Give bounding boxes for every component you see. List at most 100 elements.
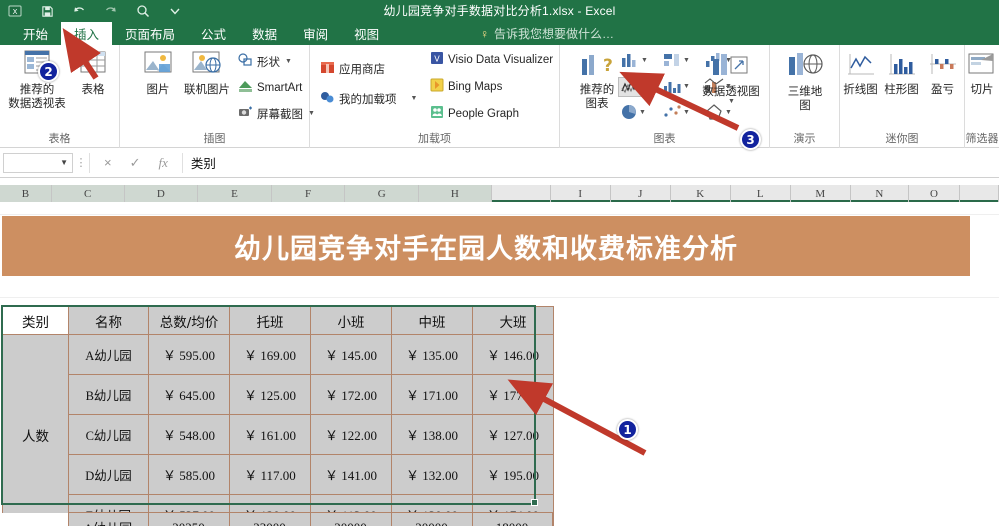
- cell-total[interactable]: ￥ 645.00: [148, 374, 230, 415]
- cell-zhongban[interactable]: ￥ 135.00: [391, 334, 473, 375]
- cell-total[interactable]: 20250: [147, 512, 230, 526]
- column-header-P[interactable]: [960, 185, 999, 202]
- line-chart-button[interactable]: ▼: [618, 77, 652, 97]
- table-row: A幼儿园 20250 23000 20000 20000 18000: [2, 512, 553, 526]
- tab-page-layout[interactable]: 页面布局: [112, 22, 188, 45]
- tab-review[interactable]: 审阅: [290, 22, 341, 45]
- chevron-down-icon[interactable]: ▼: [728, 98, 735, 105]
- smartart-button[interactable]: SmartArt: [238, 79, 302, 96]
- column-chart-button[interactable]: ▼: [620, 51, 648, 69]
- cell-xiaoban[interactable]: ￥ 172.00: [310, 374, 392, 415]
- sparkline-column-button[interactable]: 柱形图: [881, 53, 922, 96]
- bing-maps-button[interactable]: Bing Maps: [430, 78, 502, 95]
- column-header-E[interactable]: E: [198, 185, 272, 202]
- column-header-I[interactable]: I: [551, 185, 611, 202]
- column-header-L[interactable]: L: [731, 185, 791, 202]
- tab-view[interactable]: 视图: [341, 22, 392, 45]
- cell-zhongban[interactable]: 20000: [390, 512, 473, 526]
- shapes-button[interactable]: 形状 ▼: [238, 53, 292, 70]
- scatter-chart-button[interactable]: ▼: [662, 103, 690, 121]
- cancel-icon[interactable]: ×: [104, 155, 112, 170]
- sparkline-line-button[interactable]: 折线图: [840, 53, 881, 96]
- cell-name[interactable]: A幼儿园: [68, 334, 149, 375]
- cell-tuoban[interactable]: ￥ 125.00: [229, 374, 311, 415]
- people-graph-button[interactable]: People Graph: [430, 105, 519, 122]
- confirm-icon[interactable]: ✓: [130, 155, 141, 171]
- cell-name[interactable]: C幼儿园: [68, 414, 149, 455]
- column-header-M[interactable]: M: [791, 185, 851, 202]
- cell-xiaoban[interactable]: ￥ 145.00: [310, 334, 392, 375]
- cell-daban[interactable]: ￥ 177.00: [472, 374, 554, 415]
- store-button[interactable]: 应用商店: [320, 60, 385, 77]
- cell-tuoban[interactable]: ￥ 117.00: [229, 454, 311, 495]
- tab-formulas[interactable]: 公式: [188, 22, 239, 45]
- visio-data-visualizer-button[interactable]: V Visio Data Visualizer: [430, 51, 553, 68]
- cell-xiaoban[interactable]: 20000: [309, 512, 392, 526]
- cell-daban[interactable]: ￥ 195.00: [472, 454, 554, 495]
- screenshot-button[interactable]: 屏幕截图 ▼: [238, 105, 315, 122]
- cell-tuoban[interactable]: ￥ 169.00: [229, 334, 311, 375]
- cell-daban[interactable]: ￥ 127.00: [472, 414, 554, 455]
- bar-chart-button[interactable]: ▼: [662, 77, 690, 95]
- pie-chart-button[interactable]: ▼: [620, 103, 646, 121]
- chevron-down-icon[interactable]: ▼: [639, 109, 646, 116]
- column-header-H[interactable]: H: [418, 185, 492, 202]
- chevron-down-icon[interactable]: ▼: [683, 57, 690, 64]
- cell-total[interactable]: ￥ 585.00: [148, 454, 230, 495]
- online-picture-button[interactable]: 联机图片: [176, 49, 238, 96]
- pivotchart-button[interactable]: 数据透视图 ▼: [695, 51, 767, 105]
- cell-zhongban[interactable]: ￥ 138.00: [391, 414, 473, 455]
- cell-daban[interactable]: ￥ 146.00: [472, 334, 554, 375]
- svg-text:?: ?: [603, 56, 613, 76]
- radar-chart-button[interactable]: ▼: [704, 103, 732, 121]
- chevron-down-icon[interactable]: ▼: [411, 95, 418, 102]
- tab-home[interactable]: 开始: [10, 22, 61, 45]
- cell-total[interactable]: ￥ 595.00: [148, 334, 230, 375]
- chevron-down-icon[interactable]: ▼: [60, 158, 68, 167]
- 3d-map-button[interactable]: 三维地 图: [774, 51, 836, 112]
- column-header-O[interactable]: O: [909, 185, 960, 202]
- chevron-down-icon[interactable]: ▼: [285, 58, 292, 65]
- cell-name[interactable]: A幼儿园: [67, 512, 149, 526]
- column-header-F[interactable]: F: [271, 185, 346, 202]
- chevron-down-icon[interactable]: ▼: [642, 84, 649, 91]
- cell-tuoban[interactable]: 23000: [228, 512, 311, 526]
- cell-tuoban[interactable]: ￥ 161.00: [229, 414, 311, 455]
- cell-zhongban[interactable]: ￥ 132.00: [391, 454, 473, 495]
- cell-total[interactable]: ￥ 548.00: [148, 414, 230, 455]
- column-header-B[interactable]: B: [0, 185, 52, 202]
- cell-zhongban[interactable]: ￥ 171.00: [391, 374, 473, 415]
- my-addins-button[interactable]: 我的加载项 ▼: [320, 90, 417, 107]
- column-header-J[interactable]: J: [611, 185, 671, 202]
- tell-me-search[interactable]: ♀ 告诉我您想要做什么…: [480, 22, 614, 45]
- cell-name[interactable]: B幼儿园: [68, 374, 149, 415]
- worksheet-grid[interactable]: 幼儿园竞争对手在园人数和收费标准分析 类别 名称 总数/均价 托班 小班 中班 …: [0, 202, 999, 526]
- column-header-N[interactable]: N: [851, 185, 909, 202]
- chevron-down-icon[interactable]: ▼: [725, 109, 732, 116]
- insert-function-icon[interactable]: fx: [159, 155, 168, 171]
- data-table-partial[interactable]: A幼儿园 20250 23000 20000 20000 18000: [2, 512, 553, 526]
- name-box[interactable]: ▼: [3, 152, 73, 173]
- hierarchy-chart-button[interactable]: ▼: [662, 51, 690, 69]
- selection-fill-handle[interactable]: [531, 499, 538, 506]
- column-header-C[interactable]: C: [51, 185, 125, 202]
- column-header-K[interactable]: K: [671, 185, 731, 202]
- chevron-down-icon[interactable]: ▼: [683, 109, 690, 116]
- recommended-pivottable-button[interactable]: 推荐的 数据透视表: [6, 49, 68, 110]
- table-button[interactable]: 表格: [62, 49, 124, 96]
- cell-xiaoban[interactable]: ￥ 122.00: [310, 414, 392, 455]
- chevron-down-icon[interactable]: ▼: [683, 83, 690, 90]
- formula-input[interactable]: 类别: [181, 152, 999, 173]
- cell-xiaoban[interactable]: ￥ 141.00: [310, 454, 392, 495]
- column-header-D[interactable]: D: [124, 185, 199, 202]
- tab-data[interactable]: 数据: [239, 22, 290, 45]
- cell-daban[interactable]: 18000: [471, 512, 553, 526]
- column-header-G[interactable]: G: [345, 185, 419, 202]
- slicer-button[interactable]: 切片: [965, 51, 999, 96]
- data-table[interactable]: 类别 名称 总数/均价 托班 小班 中班 大班 人数 A幼儿园 ￥ 595.00…: [2, 306, 554, 526]
- sparkline-winloss-button[interactable]: 盈亏: [922, 53, 963, 96]
- tab-insert[interactable]: 插入: [61, 22, 113, 45]
- table-header-tuoban: 托班: [229, 306, 311, 335]
- cell-name[interactable]: D幼儿园: [68, 454, 149, 495]
- chevron-down-icon[interactable]: ▼: [641, 57, 648, 64]
